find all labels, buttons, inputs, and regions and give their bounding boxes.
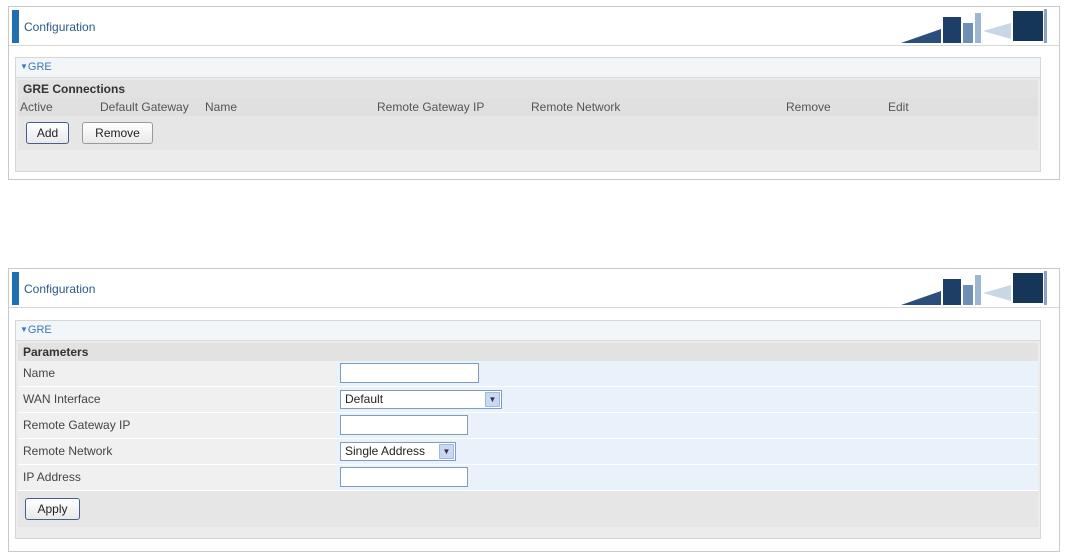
- gre-list-panel: Configuration ▼GRE GRE Connections Activ…: [8, 6, 1060, 180]
- wan-interface-select[interactable]: Default ▼: [340, 390, 502, 409]
- chevron-down-icon[interactable]: ▼: [485, 392, 500, 407]
- name-input[interactable]: [340, 363, 479, 383]
- accent-bar: [12, 10, 19, 43]
- remove-button[interactable]: Remove: [82, 122, 153, 144]
- remote-gateway-input[interactable]: [340, 415, 468, 435]
- panel-header: Configuration: [9, 269, 1059, 308]
- col-remote-network: Remote Network: [531, 100, 621, 114]
- param-row-ip-address: IP Address: [18, 465, 1038, 491]
- ip-address-label: IP Address: [18, 465, 336, 490]
- name-label: Name: [18, 361, 336, 386]
- param-row-remote-gateway: Remote Gateway IP: [18, 413, 1038, 439]
- connections-table-header: Active Default Gateway Name Remote Gatew…: [18, 98, 1038, 116]
- param-row-wan-interface: WAN Interface Default ▼: [18, 387, 1038, 413]
- section-title: GRE: [27, 324, 52, 336]
- page-title: Configuration: [24, 20, 96, 34]
- chevron-down-icon[interactable]: ▼: [439, 444, 454, 459]
- col-active: Active: [20, 100, 53, 114]
- header-logo-image: [901, 9, 1047, 43]
- apply-button[interactable]: Apply: [25, 498, 80, 520]
- gre-section-header[interactable]: ▼GRE: [16, 58, 1040, 78]
- col-remove: Remove: [786, 100, 831, 114]
- connections-title: GRE Connections: [18, 80, 1038, 98]
- header-logo-image: [901, 271, 1047, 305]
- connections-button-row: Add Remove: [18, 116, 1038, 150]
- col-remote-gateway-ip: Remote Gateway IP: [377, 100, 485, 114]
- add-button[interactable]: Add: [26, 122, 69, 144]
- parameters-title: Parameters: [18, 343, 1038, 361]
- gre-edit-panel: Configuration ▼GRE Parameters Name WAN I…: [8, 268, 1060, 552]
- wan-interface-label: WAN Interface: [18, 387, 336, 412]
- section-title: GRE: [27, 61, 52, 73]
- col-name: Name: [205, 100, 238, 114]
- accent-bar: [12, 272, 19, 305]
- gre-section: ▼GRE Parameters Name WAN Interface Defau…: [15, 320, 1041, 539]
- gre-section: ▼GRE GRE Connections Active Default Gate…: [15, 57, 1041, 172]
- col-default-gateway: Default Gateway: [100, 100, 189, 114]
- remote-gateway-label: Remote Gateway IP: [18, 413, 336, 438]
- page-title: Configuration: [24, 282, 96, 296]
- param-row-name: Name: [18, 361, 1038, 387]
- remote-network-value: Single Address: [345, 444, 426, 458]
- triangle-down-icon: ▼: [20, 62, 28, 71]
- ip-address-input[interactable]: [340, 467, 468, 487]
- col-edit: Edit: [888, 100, 909, 114]
- panel-header: Configuration: [9, 7, 1059, 46]
- wan-interface-value: Default: [345, 392, 384, 406]
- remote-network-select[interactable]: Single Address ▼: [340, 442, 456, 461]
- param-row-remote-network: Remote Network Single Address ▼: [18, 439, 1038, 465]
- gre-section-header[interactable]: ▼GRE: [16, 321, 1040, 341]
- apply-button-row: Apply: [18, 491, 1038, 527]
- remote-network-label: Remote Network: [18, 439, 336, 464]
- triangle-down-icon: ▼: [20, 325, 28, 334]
